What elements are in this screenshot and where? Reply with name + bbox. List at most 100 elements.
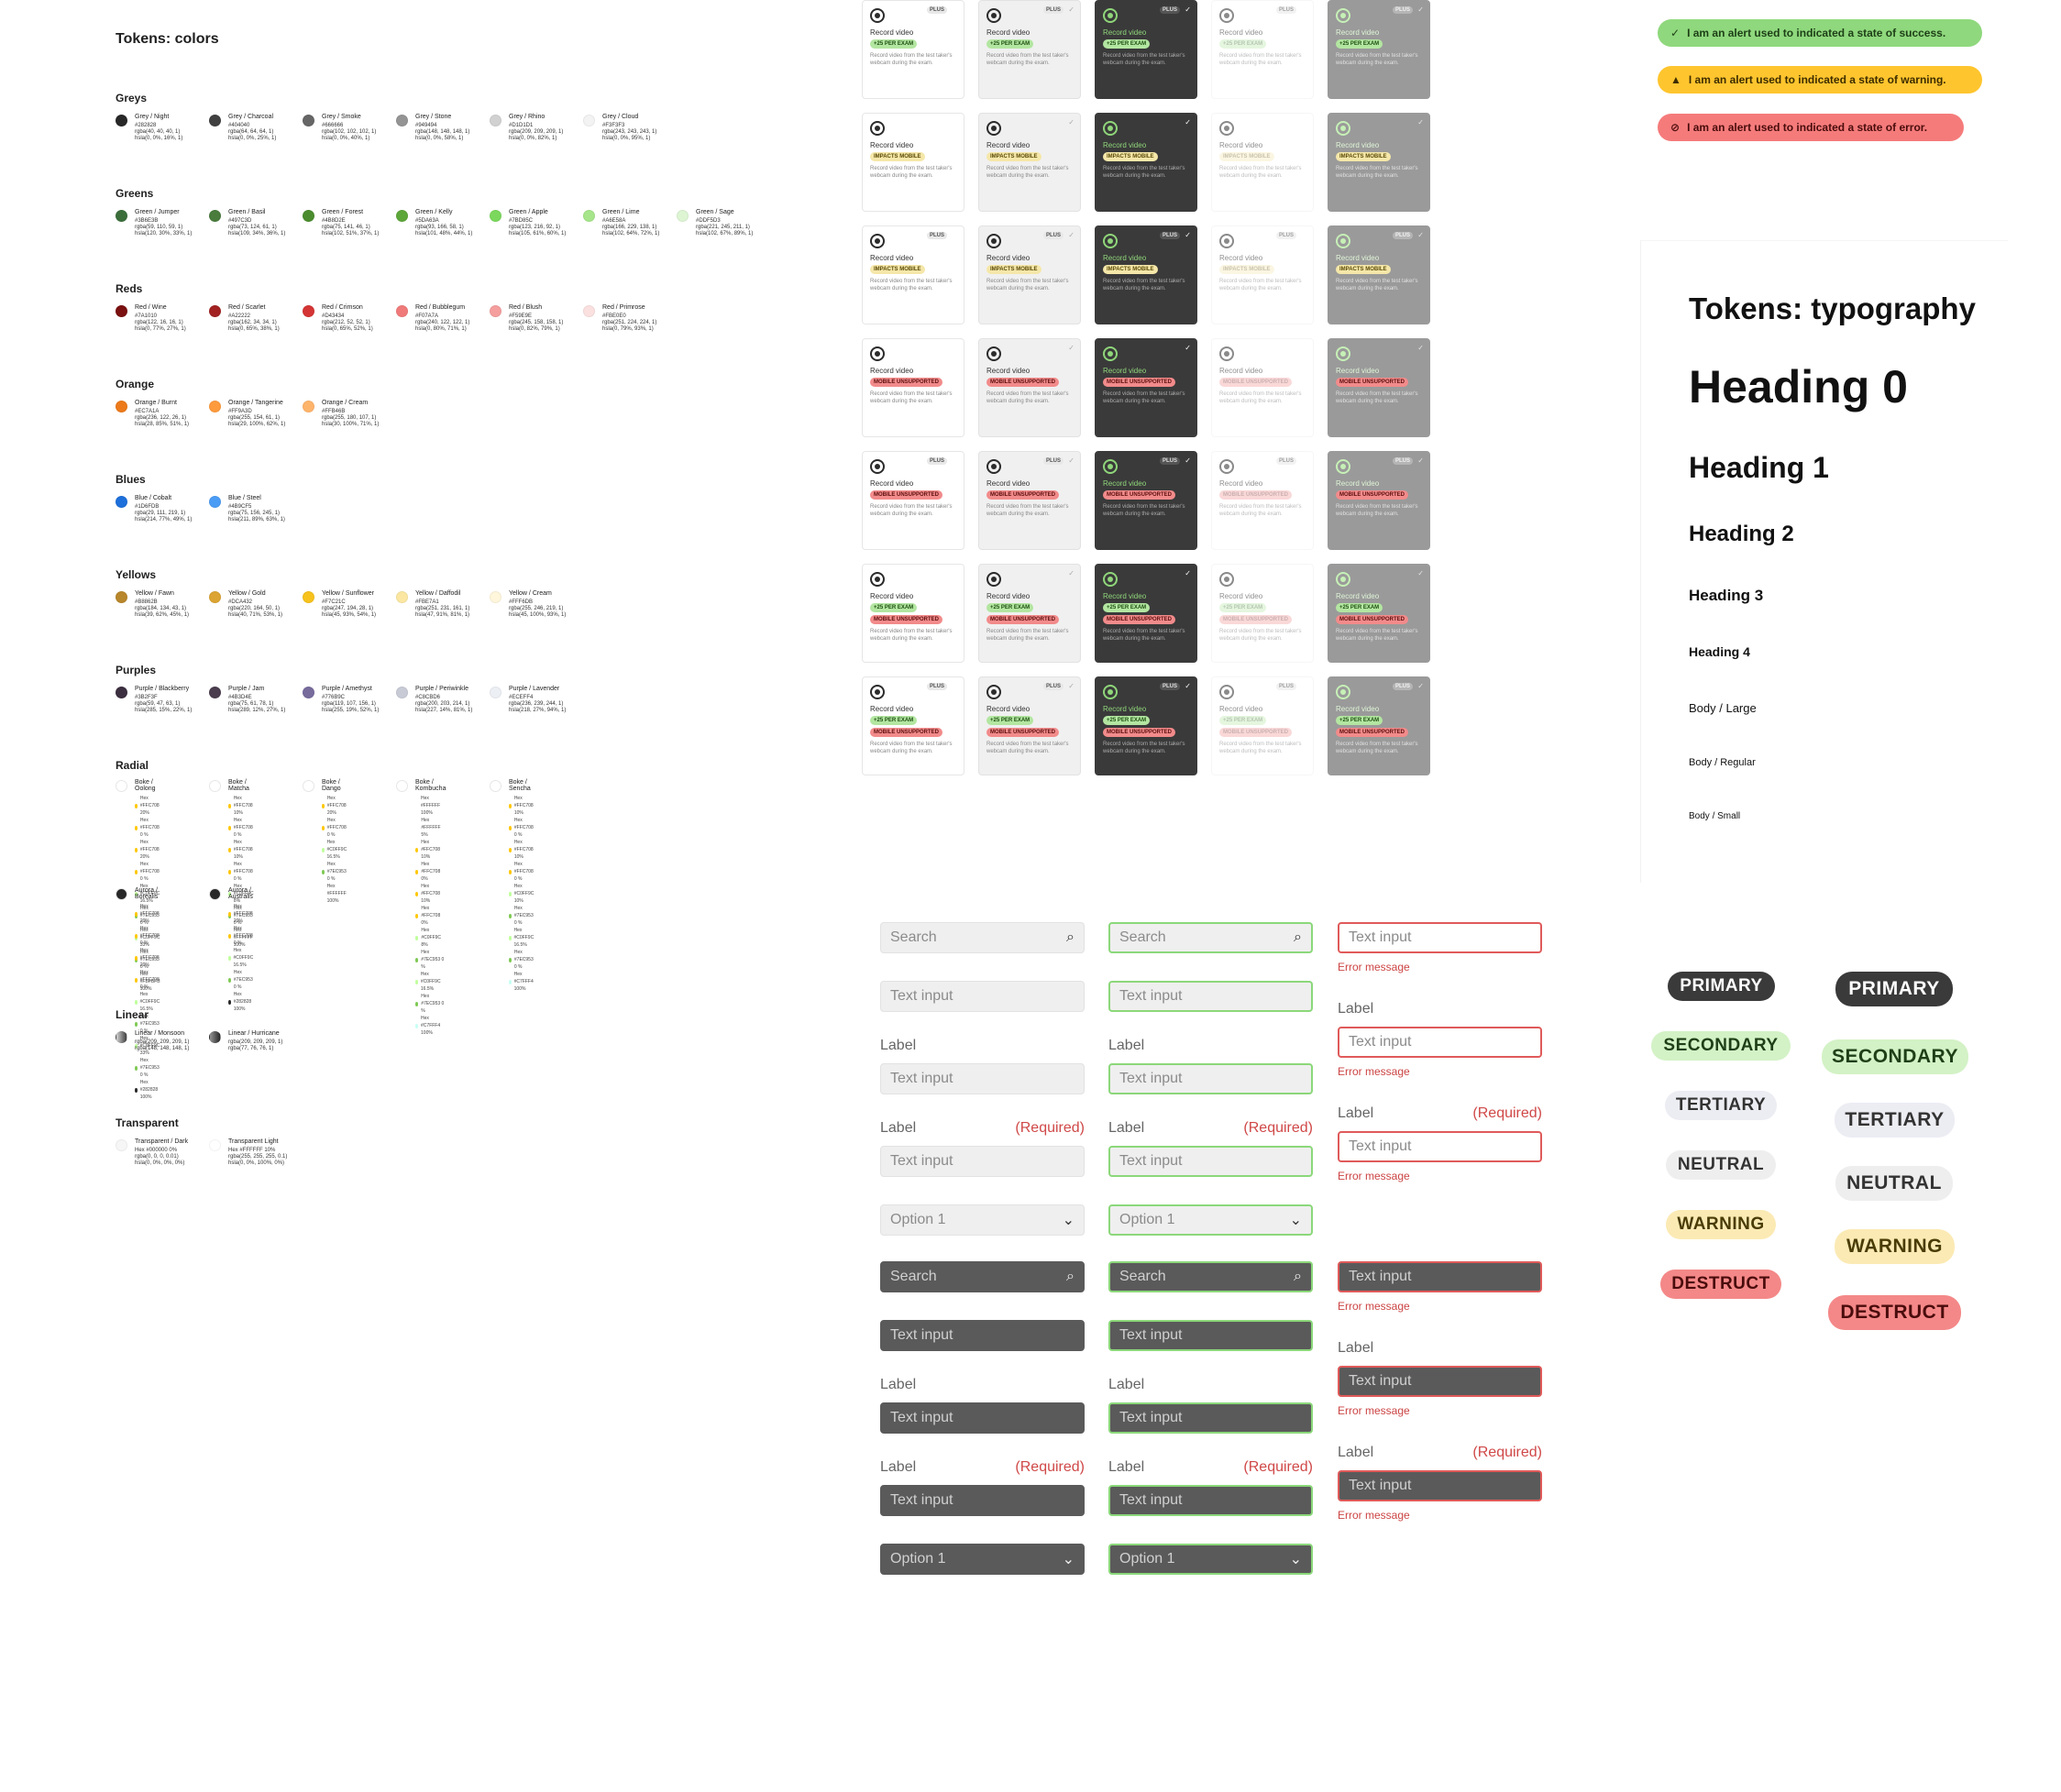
option-card[interactable]: PLUS ✓ Record video IMPACTS MOBILE Record vi… xyxy=(1095,225,1197,324)
text-input[interactable]: Text input xyxy=(880,981,1085,1012)
color-swatch: Green / Forest #4B8D2E rgba(75, 141, 46, 1… xyxy=(303,209,396,237)
color-value-rgba: rgba(212, 52, 52, 1) xyxy=(322,320,370,325)
text-input-error[interactable]: Text input xyxy=(1338,1261,1542,1292)
option-card[interactable]: PLUS Record video +25 PER EXAM MOBILE UNSUP… xyxy=(1211,676,1314,775)
gradient-stop: Hex #FFC708 0 % xyxy=(509,861,536,883)
gradient-stop: Hex #FFC708 20% xyxy=(135,795,162,817)
option-card[interactable]: PLUS Record video MOBILE UNSUPPORTED Record… xyxy=(1211,451,1314,550)
color-value-rgba: rgba(220, 164, 50, 1) xyxy=(228,606,281,611)
option-card[interactable]: PLUS Record video IMPACTS MOBILE Record vid… xyxy=(862,225,964,324)
text-input[interactable]: Text input xyxy=(880,1063,1085,1094)
text-input-error[interactable]: Text input xyxy=(1338,1131,1542,1162)
gradient-stop-text: Hex #FFC708 10% xyxy=(513,796,534,816)
color-value-rgba: rgba(209, 209, 209, 1) xyxy=(509,129,564,135)
option-card[interactable]: PLUS ✓ Record video +25 PER EXAM MOBILE UNSU… xyxy=(1095,676,1197,775)
select-dropdown[interactable]: Option 1 ⌄ xyxy=(1108,1204,1313,1236)
field-label: Label xyxy=(1338,1340,1542,1357)
card-title: Record video xyxy=(870,141,914,149)
gradient-stop-text: Hex #FFC708 10% xyxy=(421,840,441,860)
option-card[interactable]: ✓ Record video MOBILE UNSUPPORTED Record vi… xyxy=(1095,338,1197,437)
option-card[interactable]: ✓ Record video IMPACTS MOBILE Record video … xyxy=(978,113,1081,212)
option-card[interactable]: Record video MOBILE UNSUPPORTED Record vid… xyxy=(862,338,964,437)
text-input[interactable]: Text input xyxy=(1108,1402,1313,1434)
option-card[interactable]: PLUS Record video IMPACTS MOBILE Record vid… xyxy=(1211,225,1314,324)
option-card[interactable]: ✓ Record video MOBILE UNSUPPORTED Record vi… xyxy=(978,338,1081,437)
text-input[interactable]: Text input xyxy=(880,1146,1085,1177)
text-input[interactable]: Text input xyxy=(1108,1146,1313,1177)
gradient-stop: Hex #FFC708 20% xyxy=(228,903,256,925)
option-card[interactable]: PLUS ✓ Record video IMPACTS MOBILE Record vi… xyxy=(978,225,1081,324)
typography-title: Tokens: typography xyxy=(1689,291,1976,325)
color-swatch-name: Green / Kelly xyxy=(415,209,453,215)
option-card[interactable]: PLUS Record video +25 PER EXAM Record video… xyxy=(1211,0,1314,99)
text-input[interactable]: Text input xyxy=(1108,1063,1313,1094)
search-input[interactable]: Search ⌕ xyxy=(880,1261,1085,1292)
option-card[interactable]: PLUS Record video +25 PER EXAM Record video… xyxy=(862,0,964,99)
typography-panel xyxy=(1640,240,2008,883)
select-dropdown[interactable]: Option 1 ⌄ xyxy=(1108,1544,1313,1575)
option-card[interactable]: Record video IMPACTS MOBILE Record video f… xyxy=(1211,113,1314,212)
option-card[interactable]: PLUS ✓ Record video IMPACTS MOBILE Record vi… xyxy=(1328,225,1430,324)
field-label-text: Label xyxy=(1108,1459,1145,1475)
option-card[interactable]: ✓ Record video IMPACTS MOBILE Record video … xyxy=(1328,113,1430,212)
color-swatch-info: Orange / Cream #FFB46B rgba(255, 180, 107,… xyxy=(322,400,379,428)
text-input-error[interactable]: Text input xyxy=(1338,1366,1542,1397)
option-card[interactable]: PLUS ✓ Record video +25 PER EXAM Record vide… xyxy=(1328,0,1430,99)
option-card[interactable]: PLUS Record video MOBILE UNSUPPORTED Record… xyxy=(862,451,964,550)
check-icon: ✓ xyxy=(1417,344,1424,352)
color-value-hsla: hsla(0, 0%, 40%, 1) xyxy=(322,136,370,141)
text-input[interactable]: Text input xyxy=(880,1320,1085,1351)
option-card[interactable]: PLUS ✓ Record video +25 PER EXAM MOBILE UNSU… xyxy=(1328,676,1430,775)
card-badge-per-exam: +25 PER EXAM xyxy=(1219,716,1267,725)
text-input[interactable]: Text input xyxy=(1108,981,1313,1012)
field-label-text: Label xyxy=(1338,1001,1374,1017)
search-input[interactable]: Search ⌕ xyxy=(1108,1261,1313,1292)
color-swatch-info: Purple / Jam #4B3D4E rgba(75, 61, 78, 1) hs… xyxy=(228,686,285,714)
search-icon: ⌕ xyxy=(1066,1269,1075,1284)
select-dropdown[interactable]: Option 1 ⌄ xyxy=(880,1204,1085,1236)
gradient-stop: Hex #FFC708 0% xyxy=(415,861,446,883)
option-card[interactable]: PLUS ✓ Record video MOBILE UNSUPPORTED Recor… xyxy=(1328,451,1430,550)
radial-swatch: Boke / Dango Hex #FFC708 20% Hex #FFC708 0… xyxy=(303,779,349,905)
option-card[interactable]: PLUS ✓ Record video MOBILE UNSUPPORTED Recor… xyxy=(1095,451,1197,550)
option-card[interactable]: ✓ Record video MOBILE UNSUPPORTED Record vi… xyxy=(1328,338,1430,437)
search-input[interactable]: Search ⌕ xyxy=(880,922,1085,953)
option-card[interactable]: ✓ Record video IMPACTS MOBILE Record video … xyxy=(1095,113,1197,212)
text-input[interactable]: Text input xyxy=(880,1402,1085,1434)
text-input-error[interactable]: Text input xyxy=(1338,1470,1542,1501)
option-card[interactable]: Record video +25 PER EXAM MOBILE UNSUPPORT… xyxy=(1211,564,1314,663)
color-swatch-info: Yellow / Fawn #B8862B rgba(184, 134, 43, 1… xyxy=(135,590,189,619)
text-input[interactable]: Text input xyxy=(880,1485,1085,1516)
chevron-down-icon: ⌄ xyxy=(1289,1213,1302,1228)
color-value-hsla: hsla(218, 27%, 94%, 1) xyxy=(509,708,567,713)
option-card[interactable]: ✓ Record video +25 PER EXAM MOBILE UNSUPPOR… xyxy=(1095,564,1197,663)
gradient-stop-dot xyxy=(509,935,512,940)
color-swatch-name: Grey / Cloud xyxy=(602,114,639,120)
text-input-error[interactable]: Text input xyxy=(1338,1027,1542,1058)
option-card[interactable]: Record video IMPACTS MOBILE Record video f… xyxy=(862,113,964,212)
color-dot xyxy=(396,780,408,792)
option-card[interactable]: ✓ Record video +25 PER EXAM MOBILE UNSUPPOR… xyxy=(978,564,1081,663)
option-card[interactable]: PLUS ✓ Record video +25 PER EXAM Record vide… xyxy=(1095,0,1197,99)
text-input[interactable]: Text input xyxy=(1108,1320,1313,1351)
search-input[interactable]: Search ⌕ xyxy=(1108,922,1313,953)
text-input-error[interactable]: Text input xyxy=(1338,922,1542,953)
card-title: Record video xyxy=(1336,705,1380,713)
option-card[interactable]: PLUS ✓ Record video +25 PER EXAM Record vide… xyxy=(978,0,1081,99)
color-section-title: Purples xyxy=(116,664,157,676)
option-card[interactable]: PLUS ✓ Record video MOBILE UNSUPPORTED Recor… xyxy=(978,451,1081,550)
card-badge-unsupported: MOBILE UNSUPPORTED xyxy=(870,615,943,624)
color-swatch: Red / Crimson #D43434 rgba(212, 52, 52, 1)… xyxy=(303,304,396,333)
check-icon: ✓ xyxy=(1185,682,1191,690)
card-badge-impacts: IMPACTS MOBILE xyxy=(986,152,1042,161)
gradient-stop-dot xyxy=(415,803,419,808)
option-card[interactable]: PLUS ✓ Record video +25 PER EXAM MOBILE UNSU… xyxy=(978,676,1081,775)
select-dropdown[interactable]: Option 1 ⌄ xyxy=(880,1544,1085,1575)
text-input[interactable]: Text input xyxy=(1108,1485,1313,1516)
option-card[interactable]: PLUS Record video +25 PER EXAM MOBILE UNSUP… xyxy=(862,676,964,775)
option-card[interactable]: ✓ Record video +25 PER EXAM MOBILE UNSUPPOR… xyxy=(1328,564,1430,663)
option-card[interactable]: Record video +25 PER EXAM MOBILE UNSUPPORT… xyxy=(862,564,964,663)
card-description: Record video from the test taker's webca… xyxy=(1336,742,1418,754)
gradient-stop-dot xyxy=(415,1023,419,1028)
option-card[interactable]: Record video MOBILE UNSUPPORTED Record vid… xyxy=(1211,338,1314,437)
